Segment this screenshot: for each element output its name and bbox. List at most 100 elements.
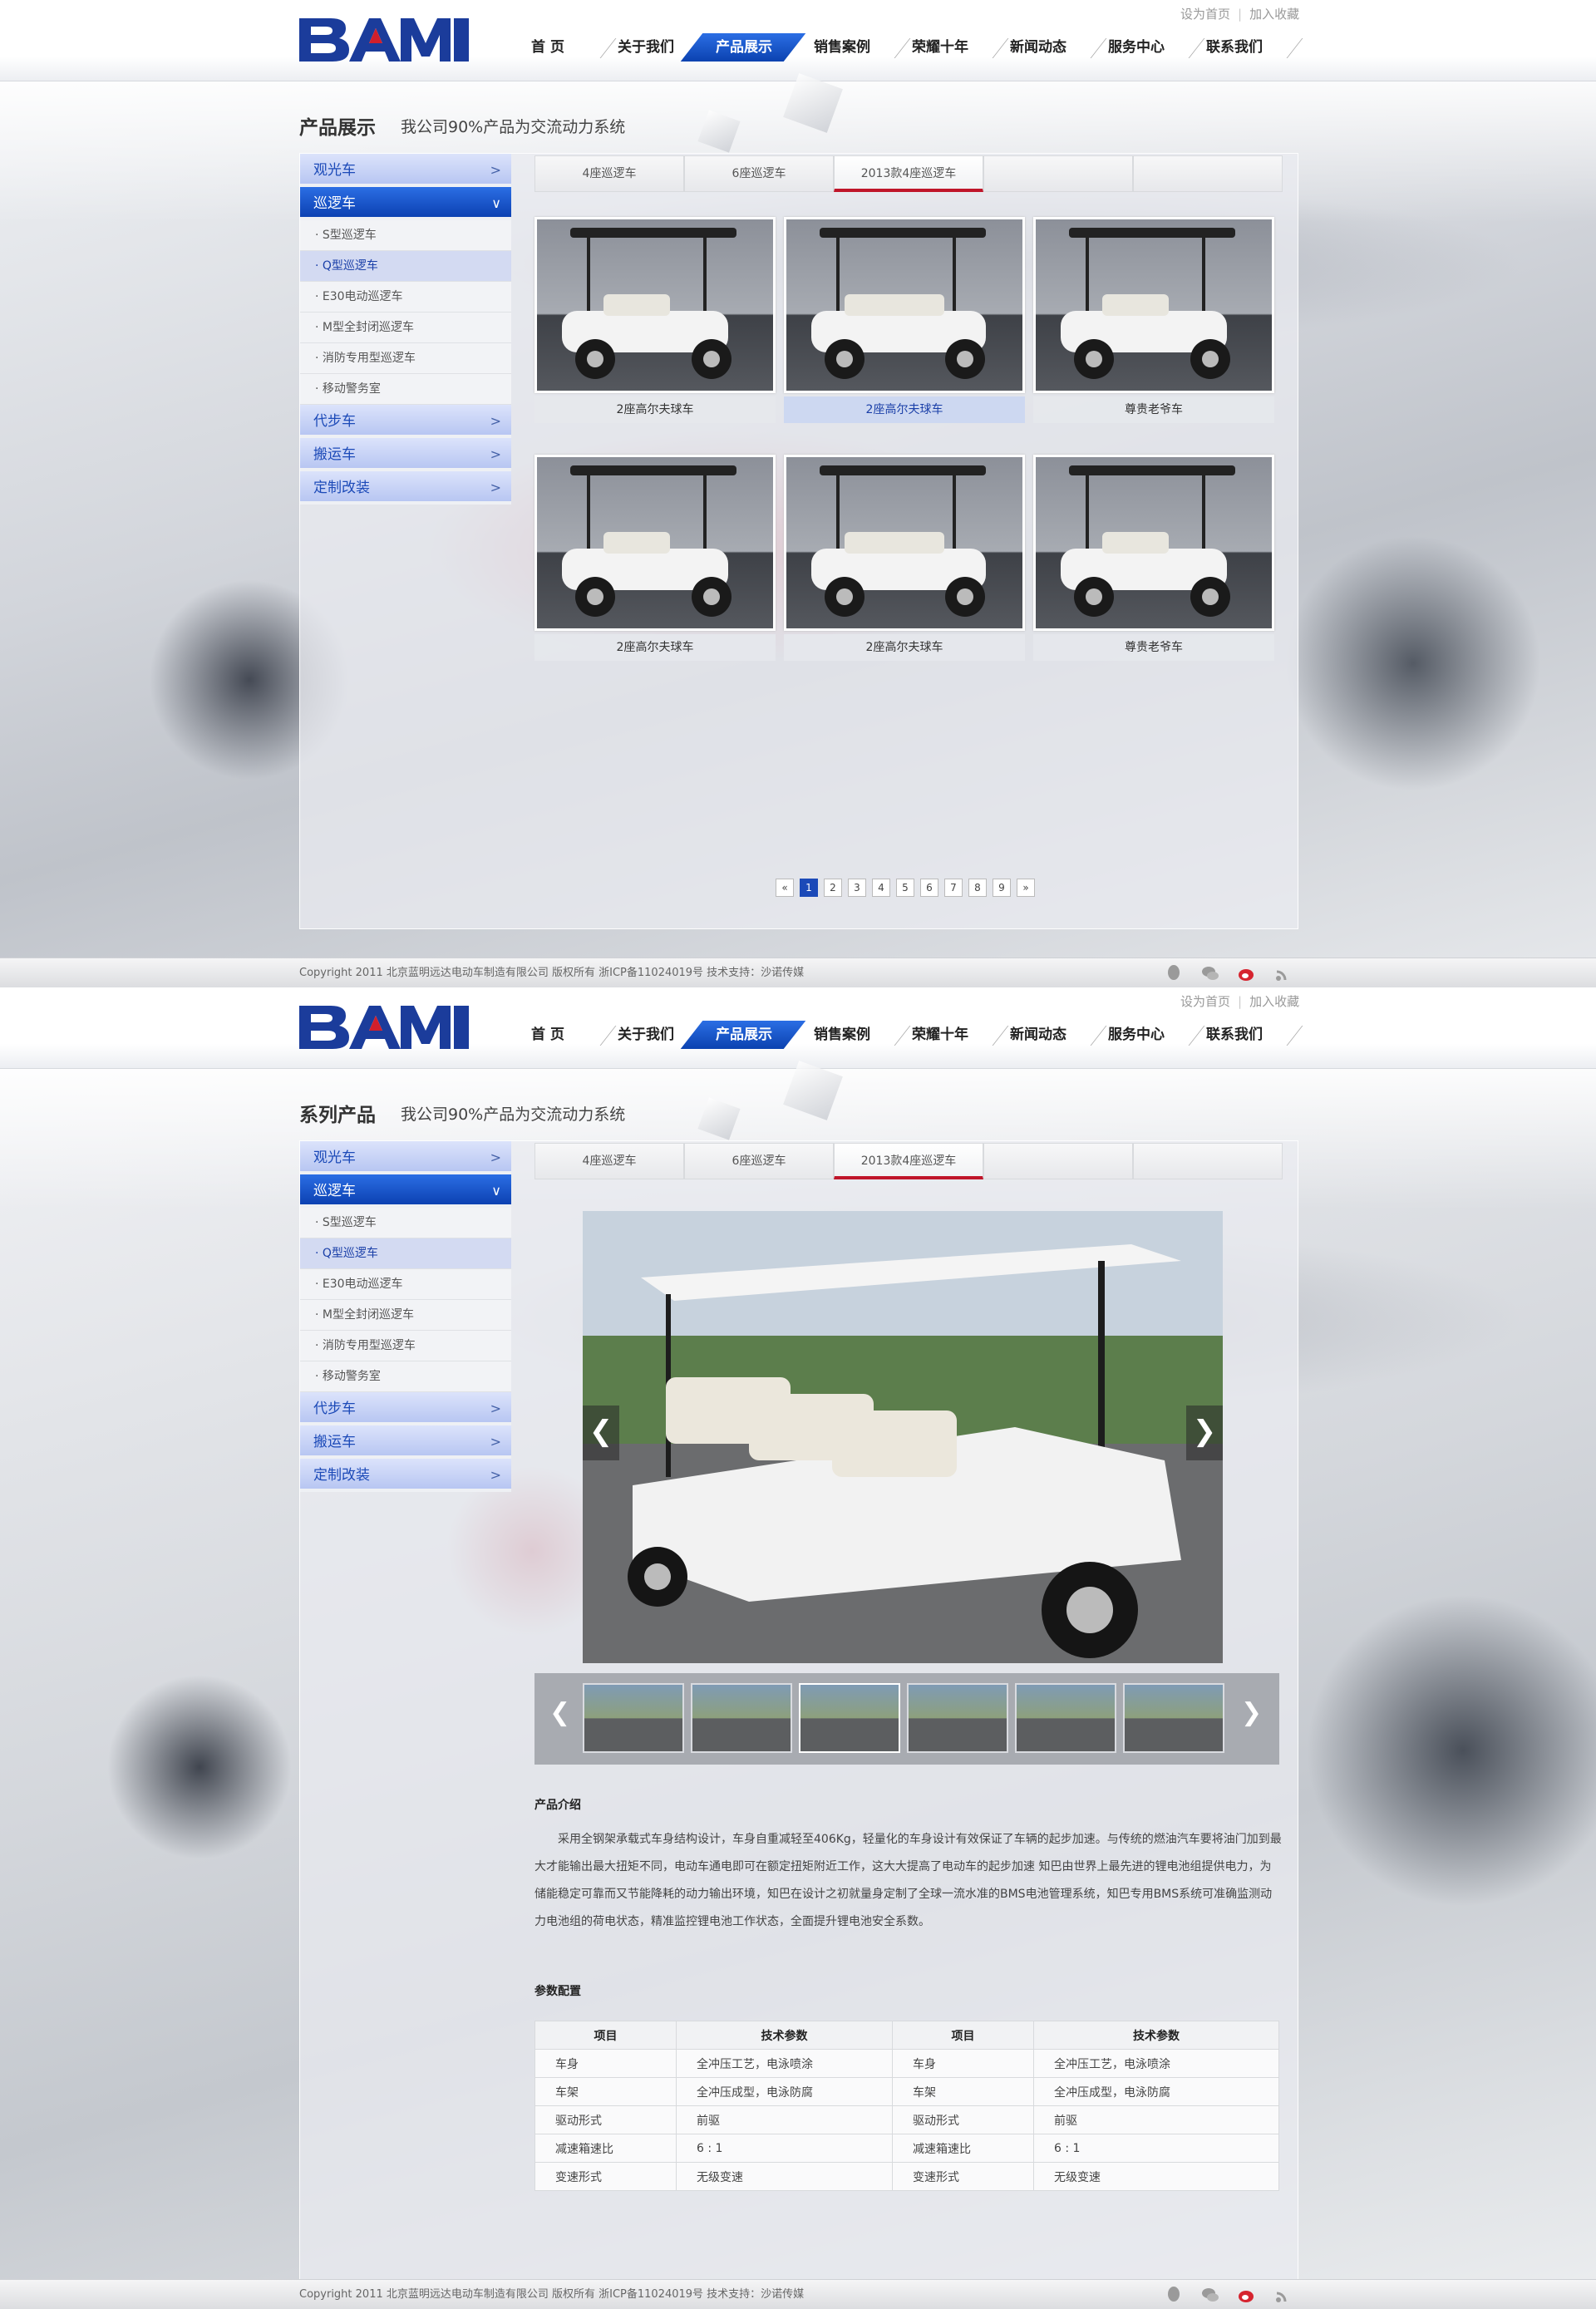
tab-6-seat[interactable]: 6座巡逻车: [684, 1143, 834, 1179]
page-button[interactable]: 5: [896, 879, 914, 897]
bam-logo[interactable]: [299, 18, 469, 62]
cart-photo: [583, 1211, 1223, 1663]
nav-news[interactable]: 新闻动态: [989, 28, 1107, 66]
tab-4-seat[interactable]: 4座巡逻车: [534, 1143, 684, 1179]
site-footer: Copyright 2011 北京蓝明远达电动车制造有限公司 版权所有 浙ICP…: [0, 2279, 1596, 2309]
strip-prev-button[interactable]: ❮: [549, 1698, 570, 1727]
nav-honor[interactable]: 荣耀十年: [891, 1016, 1009, 1054]
product-image[interactable]: [784, 217, 1025, 393]
page-button[interactable]: 4: [872, 879, 890, 897]
nav-products[interactable]: 产品展示: [695, 28, 793, 66]
nav-contact[interactable]: 联系我们: [1185, 1016, 1303, 1054]
product-card[interactable]: 尊贵老爷车: [1033, 455, 1274, 669]
page-next-button[interactable]: »: [1017, 879, 1035, 897]
product-card[interactable]: 2座高尔夫球车: [534, 455, 776, 669]
weibo-icon[interactable]: [1237, 963, 1257, 983]
page-button[interactable]: 7: [944, 879, 963, 897]
table-cell: 全冲压工艺，电泳喷涂: [676, 2049, 893, 2078]
thumbnail-selected[interactable]: [799, 1683, 900, 1753]
set-homepage-link[interactable]: 设为首页: [1180, 994, 1230, 1009]
nav-news[interactable]: 新闻动态: [989, 1016, 1107, 1054]
strip-next-button[interactable]: ❯: [1241, 1698, 1262, 1727]
table-cell: 减速箱速比: [534, 2134, 677, 2163]
sidebar-item-custom[interactable]: 定制改装 >: [300, 1459, 511, 1492]
nav-products[interactable]: 产品展示: [695, 1016, 793, 1054]
sidebar-subitem[interactable]: · 消防专用型巡逻车: [300, 343, 511, 374]
product-card[interactable]: 2座高尔夫球车: [784, 455, 1025, 669]
tab-4-seat[interactable]: 4座巡逻车: [534, 155, 684, 192]
nav-cases[interactable]: 销售案例: [793, 28, 911, 66]
thumbnail[interactable]: [907, 1683, 1008, 1753]
sidebar-item-custom[interactable]: 定制改装 >: [300, 471, 511, 505]
product-image[interactable]: [1033, 455, 1274, 631]
weibo-icon[interactable]: [1237, 2285, 1257, 2305]
tab-6-seat[interactable]: 6座巡逻车: [684, 155, 834, 192]
page-button[interactable]: 3: [848, 879, 866, 897]
nav-contact[interactable]: 联系我们: [1185, 28, 1303, 66]
sidebar-item-transport[interactable]: 搬运车 >: [300, 438, 511, 471]
sidebar-subitem[interactable]: · S型巡逻车: [300, 220, 511, 251]
tab-2013-4-seat[interactable]: 2013款4座巡逻车: [834, 155, 983, 192]
page-button[interactable]: 6: [920, 879, 938, 897]
viewer-next-button[interactable]: ❯: [1186, 1406, 1223, 1460]
sidebar-subitem[interactable]: · E30电动巡逻车: [300, 282, 511, 313]
add-favorite-link[interactable]: 加入收藏: [1249, 994, 1299, 1009]
viewer-prev-button[interactable]: ❮: [583, 1406, 619, 1460]
product-image[interactable]: [534, 455, 776, 631]
page-button[interactable]: 9: [993, 879, 1011, 897]
sidebar-subitem[interactable]: · S型巡逻车: [300, 1208, 511, 1238]
nav-cases[interactable]: 销售案例: [793, 1016, 911, 1054]
nav-honor[interactable]: 荣耀十年: [891, 28, 1009, 66]
sidebar-item-sightseeing[interactable]: 观光车 >: [300, 154, 511, 187]
product-caption[interactable]: 尊贵老爷车: [1033, 634, 1274, 661]
sidebar-item-sightseeing[interactable]: 观光车 >: [300, 1141, 511, 1174]
sidebar-subitem[interactable]: · 消防专用型巡逻车: [300, 1331, 511, 1361]
thumbnail[interactable]: [1123, 1683, 1224, 1753]
product-caption[interactable]: 2座高尔夫球车: [534, 634, 776, 661]
thumbnail[interactable]: [583, 1683, 684, 1753]
add-favorite-link[interactable]: 加入收藏: [1249, 7, 1299, 22]
product-card[interactable]: 2座高尔夫球车: [534, 217, 776, 431]
tab-2013-4-seat[interactable]: 2013款4座巡逻车: [834, 1143, 983, 1179]
product-caption[interactable]: 2座高尔夫球车: [784, 634, 1025, 661]
nav-home[interactable]: 首 页: [499, 28, 617, 66]
nav-home[interactable]: 首 页: [499, 1016, 617, 1054]
sidebar-subitem[interactable]: · 移动警务室: [300, 374, 511, 405]
product-card[interactable]: 尊贵老爷车: [1033, 217, 1274, 431]
product-caption[interactable]: 2座高尔夫球车: [784, 396, 1025, 423]
wechat-icon[interactable]: [1200, 963, 1220, 983]
sidebar-subitem-selected[interactable]: · Q型巡逻车: [300, 251, 511, 282]
qq-icon[interactable]: [1164, 2285, 1184, 2305]
thumbnail[interactable]: [1015, 1683, 1116, 1753]
sidebar-subitem-selected[interactable]: · Q型巡逻车: [300, 1238, 511, 1269]
bam-logo[interactable]: [299, 1006, 469, 1049]
sidebar-item-patrol[interactable]: 巡逻车 ∨: [300, 1174, 511, 1208]
chevron-down-icon: ∨: [491, 1183, 501, 1199]
nav-service[interactable]: 服务中心: [1087, 28, 1205, 66]
product-image[interactable]: [534, 217, 776, 393]
product-card[interactable]: 2座高尔夫球车: [784, 217, 1025, 431]
sidebar-item-patrol[interactable]: 巡逻车 ∨: [300, 187, 511, 220]
wechat-icon[interactable]: [1200, 2285, 1220, 2305]
sidebar-subitem[interactable]: · M型全封闭巡逻车: [300, 313, 511, 343]
sidebar-item-commuter[interactable]: 代步车 >: [300, 405, 511, 438]
page-button-current[interactable]: 1: [800, 879, 818, 897]
set-homepage-link[interactable]: 设为首页: [1180, 7, 1230, 22]
page-button[interactable]: 8: [968, 879, 987, 897]
product-caption[interactable]: 2座高尔夫球车: [534, 396, 776, 423]
rss-icon[interactable]: [1273, 963, 1293, 983]
sidebar-subitem[interactable]: · 移动警务室: [300, 1361, 511, 1392]
page-button[interactable]: 2: [824, 879, 842, 897]
sidebar-subitem[interactable]: · E30电动巡逻车: [300, 1269, 511, 1300]
qq-icon[interactable]: [1164, 963, 1184, 983]
rss-icon[interactable]: [1273, 2285, 1293, 2305]
sidebar-item-transport[interactable]: 搬运车 >: [300, 1425, 511, 1459]
sidebar-item-commuter[interactable]: 代步车 >: [300, 1392, 511, 1425]
page-prev-button[interactable]: «: [776, 879, 794, 897]
product-caption[interactable]: 尊贵老爷车: [1033, 396, 1274, 423]
sidebar-subitem[interactable]: · M型全封闭巡逻车: [300, 1300, 511, 1331]
nav-service[interactable]: 服务中心: [1087, 1016, 1205, 1054]
product-image[interactable]: [1033, 217, 1274, 393]
thumbnail[interactable]: [691, 1683, 792, 1753]
product-image[interactable]: [784, 455, 1025, 631]
